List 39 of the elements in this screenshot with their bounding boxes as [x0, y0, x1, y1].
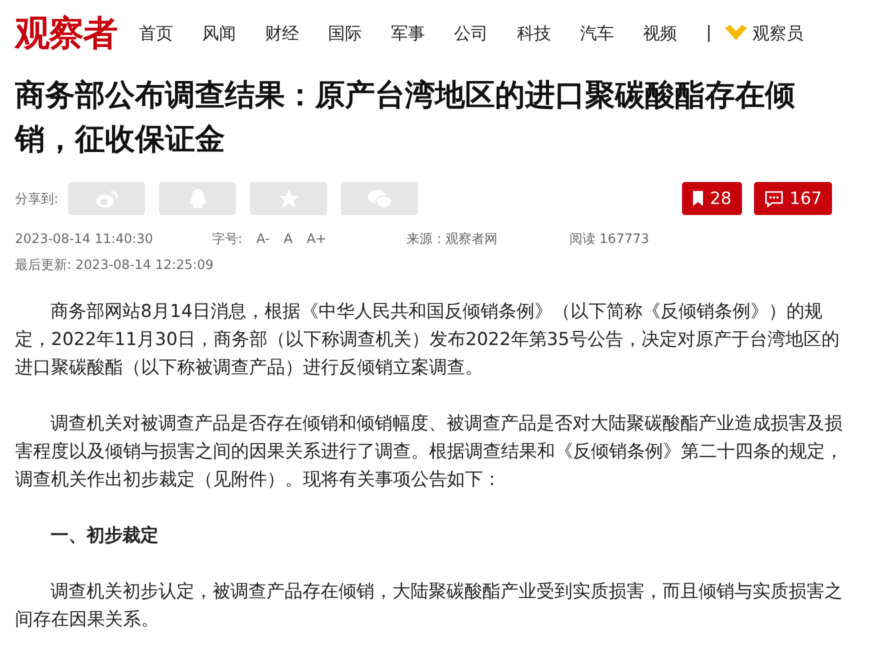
qq-share-button[interactable]	[159, 182, 236, 215]
nav-link[interactable]: 科技	[517, 22, 551, 44]
source-text: 来源：观察者网	[406, 231, 498, 248]
font-size-link[interactable]: A+	[306, 232, 326, 246]
nav-separator: |	[706, 23, 712, 43]
chevron-badge-icon	[724, 24, 748, 42]
font-size-label: 字号:	[212, 231, 242, 248]
nav-link[interactable]: 公司	[454, 22, 488, 44]
nav-link[interactable]: 视频	[643, 22, 677, 44]
paragraph: 商务部网站8月14日消息，根据《中华人民共和国反倾销条例》（以下简称《反倾销条例》）的规定，2022年11月30日，商务部（以下称调查机关）发布2022年第35号公告，决定对原产于台湾地区的进口聚碳酸酯（以下称被调查产品）进行反倾销立案调查。	[15, 300, 840, 380]
wechat-share-button[interactable]	[341, 182, 418, 215]
chat-bubbles-icon	[366, 188, 393, 210]
nav-link[interactable]: 首页	[139, 22, 173, 44]
font-size-link[interactable]: A	[284, 232, 293, 246]
comment-icon	[764, 190, 784, 208]
comment-button[interactable]: 167	[754, 182, 832, 215]
nav-link[interactable]: 汽车	[580, 22, 614, 44]
star-share-button[interactable]	[250, 182, 328, 215]
section-heading: 一、初步裁定	[50, 524, 160, 548]
share-label: 分享到:	[15, 190, 58, 208]
star-icon	[278, 188, 300, 210]
bookmark-icon	[692, 190, 704, 207]
nav-link[interactable]: 军事	[391, 22, 425, 44]
site-logo[interactable]: 观察者	[15, 10, 117, 56]
nav-link[interactable]: 国际	[328, 22, 362, 44]
paragraph: 调查机关初步认定，被调查产品存在倾销，大陆聚碳酸酯产业受到实质损害，而且倾销与实质损害之间存在因果关系。	[15, 580, 844, 632]
font-size-link[interactable]: A-	[256, 232, 270, 246]
member-link[interactable]: 观察员	[752, 22, 804, 44]
bookmark-button[interactable]: 28	[682, 182, 742, 215]
publish-time: 2023-08-14 11:40:30	[15, 232, 154, 246]
nav-link[interactable]: 风闻	[202, 22, 236, 44]
penguin-icon	[188, 188, 208, 210]
update-time: 最后更新: 2023-08-14 12:25:09	[15, 257, 215, 274]
weibo-share-button[interactable]	[68, 182, 146, 215]
weibo-icon	[94, 188, 120, 208]
read-count: 阅读 167773	[569, 231, 650, 248]
article-title: 商务部公布调查结果：原产台湾地区的进口聚碳酸酯存在倾销，征收保证金	[15, 77, 796, 159]
paragraph: 调查机关对被调查产品是否存在倾销和倾销幅度、被调查产品是否对大陆聚碳酸酯产业造成损害及损害程度以及倾销与损害之间的因果关系进行了调查。根据调查结果和《反倾销条例》第二十四条的规定，调查机关作出初步裁定（见附件）。现将有关事项公告如下：	[15, 412, 844, 492]
nav-link[interactable]: 财经	[265, 22, 299, 44]
